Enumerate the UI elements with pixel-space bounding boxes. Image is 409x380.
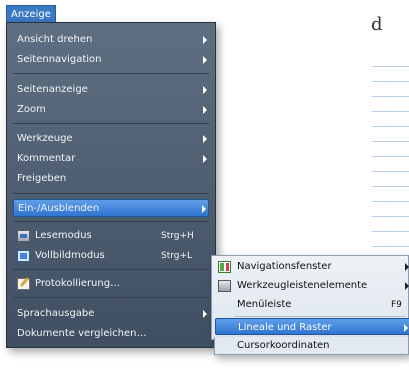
submenu-arrow-icon bbox=[203, 86, 207, 94]
show-hide-submenu: Navigationsfenster Werkzeugleistenelemen… bbox=[211, 255, 409, 340]
submenu-arrow-icon bbox=[203, 310, 207, 318]
submenu-arrow-icon bbox=[404, 324, 408, 332]
submenu-arrow-icon bbox=[203, 56, 207, 64]
submenu-arrow-icon bbox=[203, 106, 207, 114]
menu-item-ein-ausblenden[interactable]: Ein-/Ausblenden bbox=[13, 199, 209, 217]
menu-separator bbox=[13, 193, 209, 194]
submenu-item-label: Lineale und Raster bbox=[238, 322, 332, 333]
menu-item-label: Werkzeuge bbox=[17, 133, 73, 144]
submenu-separator bbox=[234, 316, 406, 317]
submenu-item-menueleiste[interactable]: Menüleiste F9 bbox=[215, 296, 409, 314]
menu-item-label: Freigeben bbox=[17, 173, 67, 184]
submenu-item-label: Navigationsfenster bbox=[237, 261, 332, 272]
menu-item-label: Seitennavigation bbox=[17, 54, 102, 65]
submenu-item-label: Menüleiste bbox=[237, 299, 292, 310]
menu-item-seitenanzeige[interactable]: Seitenanzeige bbox=[13, 81, 209, 99]
submenu-item-label: Werkzeugleistenelemente bbox=[237, 280, 368, 291]
menu-item-freigeben[interactable]: Freigeben bbox=[13, 170, 209, 188]
menu-item-sprachausgabe[interactable]: Sprachausgabe bbox=[13, 305, 209, 323]
menu-item-protokollierung[interactable]: Protokollierung… bbox=[13, 275, 209, 293]
menu-item-shortcut: Strg+L bbox=[161, 251, 193, 261]
menu-item-werkzeuge[interactable]: Werkzeuge bbox=[13, 130, 209, 148]
submenu-arrow-icon bbox=[405, 282, 409, 290]
menu-separator bbox=[13, 269, 209, 270]
menu-separator bbox=[13, 297, 209, 298]
menu-separator bbox=[13, 73, 209, 74]
menu-item-shortcut: Strg+H bbox=[161, 231, 194, 241]
menu-item-label: Zoom bbox=[17, 104, 46, 115]
toolbar-icon bbox=[218, 280, 231, 292]
menu-item-dokumente-vergleichen[interactable]: Dokumente vergleichen… bbox=[13, 325, 209, 343]
submenu-item-navigationsfenster[interactable]: Navigationsfenster bbox=[215, 258, 409, 276]
menu-item-label: Seitenanzeige bbox=[17, 84, 88, 95]
submenu-item-cursorkoordinaten[interactable]: Cursorkoordinaten bbox=[214, 337, 409, 355]
logging-icon bbox=[17, 278, 30, 290]
menu-item-kommentar[interactable]: Kommentar bbox=[13, 150, 209, 168]
menu-item-label: Ansicht drehen bbox=[17, 34, 93, 45]
menu-separator bbox=[13, 221, 209, 222]
menu-item-label: Sprachausgabe bbox=[17, 308, 95, 319]
menu-item-ansicht-drehen[interactable]: Ansicht drehen bbox=[13, 31, 209, 49]
submenu-item-werkzeugleistenelemente[interactable]: Werkzeugleistenelemente bbox=[215, 277, 409, 295]
submenu-arrow-icon bbox=[203, 36, 207, 44]
submenu-arrow-icon bbox=[203, 155, 207, 163]
menu-item-vollbildmodus[interactable]: Vollbildmodus Strg+L bbox=[13, 247, 209, 265]
view-menu: Ansicht drehen Seitennavigation Seitenan… bbox=[6, 22, 216, 348]
menubar-item-anzeige[interactable]: Anzeige bbox=[6, 5, 56, 22]
menu-item-label: Ein-/Ausblenden bbox=[18, 203, 100, 214]
menu-item-label: Vollbildmodus bbox=[35, 250, 105, 261]
submenu-arrow-icon bbox=[405, 263, 409, 271]
document-text-fragment: d bbox=[371, 14, 383, 35]
menu-item-label: Dokumente vergleichen… bbox=[17, 328, 147, 339]
menu-item-zoom[interactable]: Zoom bbox=[13, 101, 209, 119]
submenu-item-lineale-und-raster[interactable]: Lineale und Raster bbox=[215, 318, 409, 335]
menu-separator bbox=[13, 123, 209, 124]
menu-item-label: Lesemodus bbox=[35, 230, 92, 241]
menu-item-label: Protokollierung… bbox=[35, 278, 121, 289]
menu-item-lesemodus[interactable]: Lesemodus Strg+H bbox=[13, 227, 209, 245]
menu-item-label: Kommentar bbox=[17, 153, 76, 164]
submenu-item-label: Cursorkoordinaten bbox=[237, 340, 330, 351]
submenu-arrow-icon bbox=[203, 135, 207, 143]
submenu-item-shortcut: F9 bbox=[391, 300, 402, 310]
fullscreen-icon bbox=[17, 250, 30, 262]
submenu-arrow-icon bbox=[202, 205, 206, 213]
navigation-pane-icon bbox=[218, 261, 231, 273]
menu-item-seitennavigation[interactable]: Seitennavigation bbox=[13, 51, 209, 69]
reading-mode-icon bbox=[17, 230, 30, 242]
